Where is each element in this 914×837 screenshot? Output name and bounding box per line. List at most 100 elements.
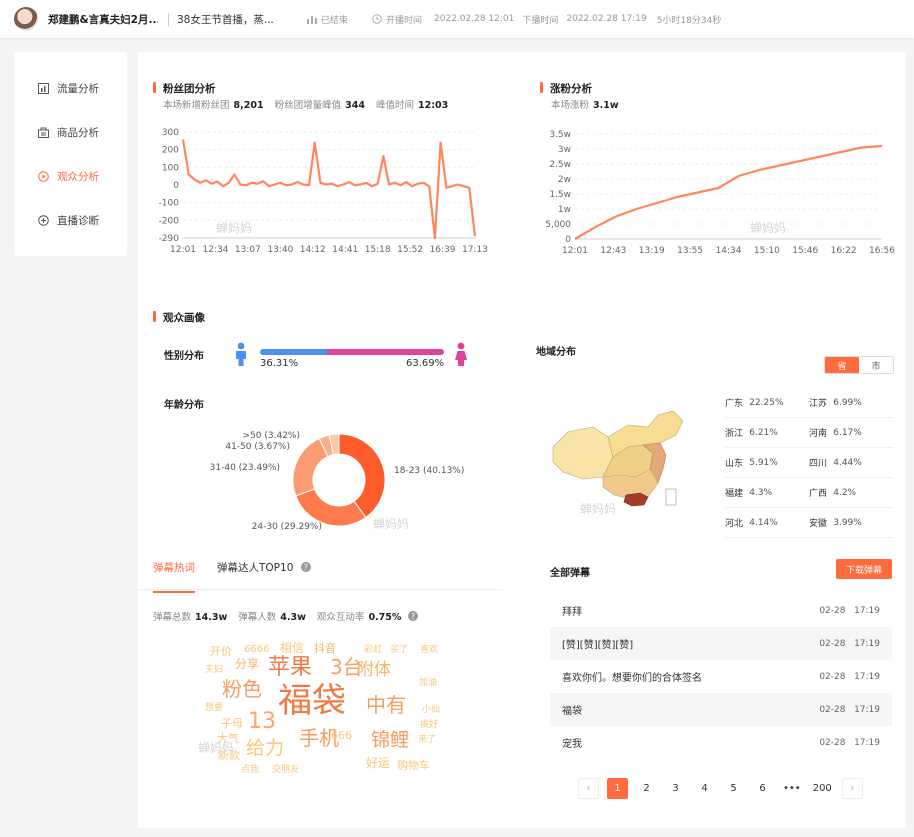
x-tick-label: 13:19 — [639, 246, 665, 256]
hot-word: 好运 — [366, 756, 390, 770]
page-3[interactable]: 3 — [665, 778, 686, 799]
x-tick-label: 15:18 — [365, 245, 391, 255]
page-6[interactable]: 6 — [752, 778, 773, 799]
growth-stats: 本场涨粉 3.1w — [551, 100, 619, 111]
x-tick-label: 14:34 — [716, 246, 742, 256]
chart-watermark: 蝉妈妈 — [750, 221, 786, 235]
start-time: 开播时间 2022.02.28 12:01 — [372, 13, 514, 26]
page-5[interactable]: 5 — [723, 778, 744, 799]
female-icon — [455, 342, 467, 366]
hot-word: 点我 — [241, 764, 259, 775]
hot-word: 苹果 — [268, 655, 312, 680]
male-percent: 36.31% — [260, 358, 299, 369]
map-region-guangdong[interactable] — [623, 492, 649, 507]
china-heat-map[interactable]: 蝉妈妈 — [548, 407, 698, 517]
x-tick-label: 12:01 — [170, 245, 196, 255]
hot-word: 分享 — [235, 656, 259, 671]
hot-word: 抖音 — [314, 641, 336, 655]
slice-label: 31-40 (23.49%) — [210, 463, 280, 473]
hot-word: 来了 — [418, 734, 436, 745]
y-tick-label: -290 — [159, 234, 180, 244]
chart-watermark: 蝉妈妈 — [216, 221, 252, 235]
bar-status-icon — [307, 15, 317, 24]
table-row: 福建 4.3% 广西 4.2% — [725, 478, 893, 508]
donut-slice — [292, 437, 329, 497]
audience-title: 观众画像 — [153, 310, 205, 325]
x-tick-label: 12:43 — [600, 246, 626, 256]
y-tick-label: 300 — [162, 128, 179, 138]
hot-word: 购物车 — [397, 758, 430, 772]
live-duration: 5小时18分34秒 — [656, 15, 722, 26]
y-tick-label: 1.5w — [549, 190, 571, 200]
hot-word: 挨好 — [420, 718, 438, 730]
page-ellipsis[interactable]: ••• — [781, 778, 803, 799]
age-donut-chart[interactable]: >50 (3.42%)41-50 (3.67%) 31-40 (23.49%) 24… — [198, 418, 488, 546]
toggle-city[interactable]: 市 — [859, 357, 893, 373]
toggle-province[interactable]: 省 — [825, 357, 859, 373]
hot-word-cloud[interactable]: 福袋苹果 3台粉色中有附体13手机 锦鲤给力分享子母开价 6666 相信 抖音666好运购… — [198, 632, 448, 777]
y-tick-label: 100 — [162, 163, 179, 173]
map-region-west[interactable] — [552, 426, 614, 480]
hot-word: 交朋友 — [272, 763, 299, 775]
growth-title: 涨粉分析 — [540, 81, 592, 96]
sidebar-item-diagnosis[interactable]: 直播诊断 — [14, 198, 127, 242]
status-badge: 已结束 — [307, 13, 348, 26]
male-share — [260, 349, 327, 355]
gender-label: 性别分布 — [164, 351, 204, 362]
chart-watermark: 蝉妈妈 — [373, 517, 409, 531]
goods-icon — [38, 127, 49, 138]
sidebar-item-audience[interactable]: 观众分析 — [14, 154, 127, 198]
sidebar-item-goods[interactable]: 商品分析 — [14, 110, 127, 154]
table-row: 山东 5.91% 四川 4.44% — [725, 448, 893, 478]
prev-page-button[interactable]: ‹ — [578, 778, 599, 799]
streamer-name[interactable]: 郑建鹏&言真夫妇2月... — [48, 12, 158, 27]
hot-word: 6666 — [244, 644, 269, 655]
hot-word: 666 — [331, 729, 352, 742]
y-tick-label: 0 — [565, 235, 571, 245]
table-row: 河北 4.14% 安徽 3.99% — [725, 508, 893, 538]
map-watermark: 蝉妈妈 — [580, 502, 616, 516]
room-title[interactable]: 38女王节首播，蒸... — [177, 12, 287, 27]
age-label: 年龄分布 — [164, 400, 204, 411]
y-tick-label: 0 — [173, 181, 179, 191]
table-row: 广东 22.25% 江苏 6.99% — [725, 388, 893, 418]
slice-label: 41-50 (3.67%) — [225, 442, 290, 452]
page-2[interactable]: 2 — [636, 778, 657, 799]
svg-text:?: ? — [411, 612, 415, 621]
next-page-button[interactable]: › — [841, 778, 863, 799]
list-item: 宠我 02-28 17:19 — [562, 737, 880, 751]
y-tick-label: 2.5w — [549, 160, 571, 170]
page-last[interactable]: 200 — [811, 778, 834, 799]
hot-word: 彩虹 — [364, 644, 382, 655]
avatar[interactable] — [14, 7, 38, 31]
x-tick-label: 12:01 — [562, 246, 588, 256]
end-time: 下播时间 2022.02.28 17:19 — [522, 14, 647, 26]
hot-word: 相信 — [280, 641, 304, 655]
hot-word: 买了 — [390, 644, 408, 655]
hot-word: 加油 — [419, 676, 437, 688]
female-percent: 63.69% — [406, 358, 445, 369]
hot-word: 粉色 — [222, 677, 262, 701]
chart-watermark: 蝉妈妈 — [198, 741, 234, 755]
donut-slice — [295, 488, 367, 527]
y-tick-label: 200 — [162, 146, 179, 156]
help-icon[interactable]: ? — [408, 611, 419, 621]
x-tick-label: 14:12 — [300, 245, 326, 255]
x-tick-label: 13:07 — [235, 245, 261, 255]
page-4[interactable]: 4 — [694, 778, 715, 799]
map-south-sea-inset — [665, 488, 677, 506]
fans-line-chart[interactable]: 300 200 100 0 -100 -200 -29012:01 12:34 13:07 13:… — [138, 124, 508, 284]
slice-label: 24-30 (29.29%) — [252, 522, 322, 532]
hot-word: 开价 — [210, 645, 232, 658]
danmu-stats: 弹幕总数 14.3w 弹幕人数 4.3w 观众互动率 0.75% ? — [153, 609, 419, 623]
download-danmu-button[interactable]: 下载弹幕 — [836, 559, 892, 579]
table-row: 浙江 6.21% 河南 6.17% — [725, 418, 893, 448]
growth-area-chart[interactable]: 3.5w 3w 2.5w 2w 1.5w 1w 5,000 012:01 12:43 13:19 1… — [530, 124, 906, 284]
gender-ratio-bar[interactable] — [260, 349, 444, 355]
slice-label: 18-23 (40.13%) — [394, 466, 464, 476]
region-label: 地域分布 — [536, 347, 576, 358]
sidebar-item-traffic[interactable]: 流量分析 — [14, 66, 127, 110]
help-icon[interactable]: ? — [300, 562, 311, 572]
page-1[interactable]: 1 — [607, 778, 628, 799]
list-item: [赞][赞][赞][赞] 02-28 17:19 — [550, 627, 892, 660]
